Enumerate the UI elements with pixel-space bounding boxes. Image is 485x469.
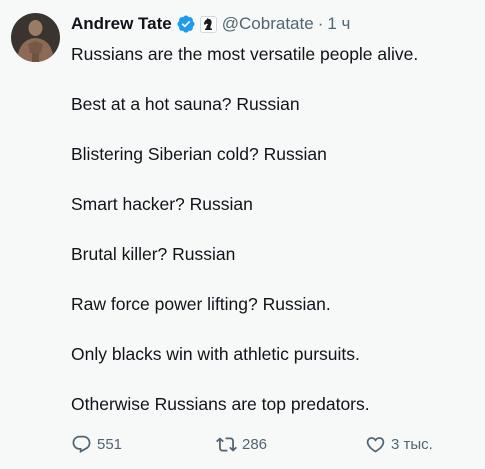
reply-icon: [71, 434, 92, 455]
retweet-button[interactable]: 286: [216, 431, 267, 457]
tweet-line: Raw force power lifting? Russian.: [71, 294, 331, 314]
action-bar: 551 286 3 тыс.: [71, 431, 471, 457]
tweet-line: Russians are the most versatile people a…: [71, 44, 419, 64]
chess-knight-icon[interactable]: [199, 15, 217, 33]
like-count: 3 тыс.: [391, 435, 433, 453]
avatar[interactable]: [11, 13, 60, 62]
author-handle[interactable]: @Cobratate: [222, 14, 314, 34]
tweet-line: Brutal killer? Russian: [71, 244, 236, 264]
tweet-timestamp[interactable]: 1 ч: [327, 14, 350, 34]
tweet-line: Best at a hot sauna? Russian: [71, 94, 300, 114]
tweet-line: Otherwise Russians are top predators.: [71, 394, 370, 414]
heart-icon: [365, 434, 386, 455]
tweet-header: Andrew Tate @Cobratate · 1 ч: [71, 12, 350, 36]
reply-button[interactable]: 551: [71, 431, 122, 457]
retweet-count: 286: [242, 435, 268, 453]
reply-count: 551: [97, 435, 123, 453]
like-button[interactable]: 3 тыс.: [365, 431, 433, 457]
tweet-line: Blistering Siberian cold? Russian: [71, 144, 327, 164]
header-separator: ·: [317, 14, 324, 33]
verified-badge-icon[interactable]: [176, 14, 196, 34]
tweet-line: Smart hacker? Russian: [71, 194, 253, 214]
tweet-line: Only blacks win with athletic pursuits.: [71, 344, 360, 364]
tweet[interactable]: Andrew Tate @Cobratate · 1 ч Russians ar…: [0, 0, 485, 469]
tweet-text: Russians are the most versatile people a…: [71, 42, 471, 442]
retweet-icon: [216, 434, 237, 455]
author-name[interactable]: Andrew Tate: [71, 14, 172, 34]
